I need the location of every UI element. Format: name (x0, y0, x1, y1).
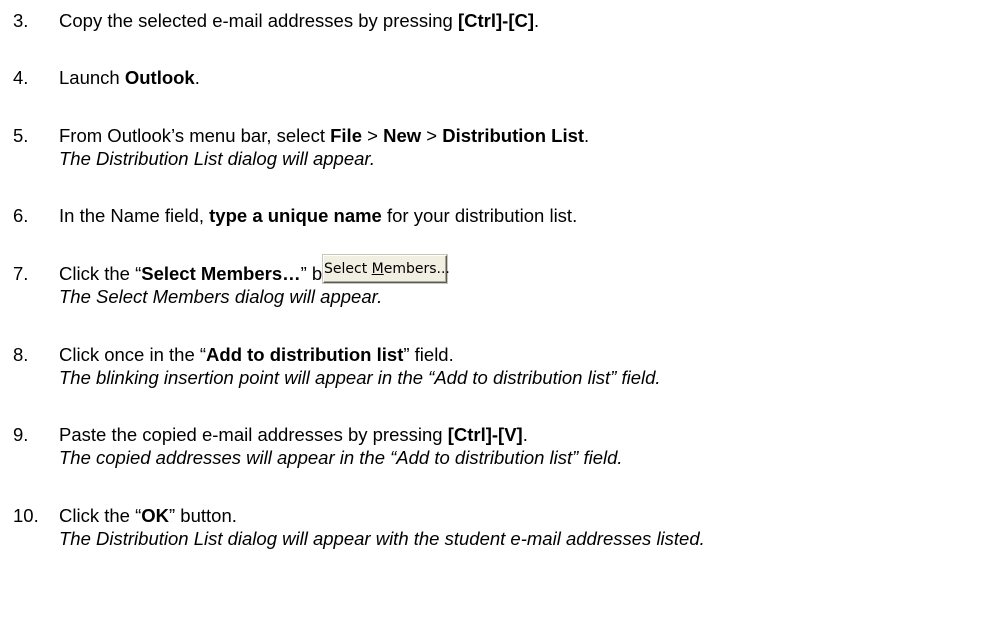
step-text: Launch Outlook. (59, 67, 200, 88)
step-text: Click once in the “Add to distribution l… (59, 344, 661, 388)
menu-path-file: File (330, 125, 362, 146)
keyboard-shortcut: [Ctrl]-[C] (457, 10, 535, 31)
step-text: Paste the copied e-mail addresses by pre… (59, 424, 623, 468)
step-text: Copy the selected e-mail addresses by pr… (59, 10, 540, 31)
step-number: 8. (13, 344, 29, 365)
accelerator-key: M (371, 261, 384, 277)
step-result-note: The Distribution List dialog will appear… (59, 528, 705, 549)
step-text: From Outlook’s menu bar, select File > N… (59, 125, 590, 169)
step-text: Click the “OK” button. The Distribution L… (59, 505, 705, 549)
step-result-note: The blinking insertion point will appear… (59, 367, 661, 388)
select-members-button[interactable]: Select Members... (323, 255, 450, 283)
button-name: OK (141, 505, 169, 526)
menu-path-new: New (383, 125, 422, 146)
button-name: Select Members… (141, 263, 301, 284)
instructions-document: 3. Copy the selected e-mail addresses by… (0, 0, 991, 641)
step-number: 4. (13, 67, 29, 88)
field-name: Add to distribution list (206, 344, 404, 365)
keyboard-shortcut: [Ctrl]-[V] (447, 424, 523, 445)
step-number: 9. (13, 424, 29, 445)
step-result-note: The Select Members dialog will appear. (59, 286, 383, 307)
app-name: Outlook (124, 67, 195, 88)
step-number: 6. (13, 205, 29, 226)
step-number: 7. (13, 263, 29, 284)
step-number: 10. (13, 505, 39, 526)
step-number: 3. (13, 10, 29, 31)
menu-path-distribution-list: Distribution List (442, 125, 585, 146)
step-result-note: The Distribution List dialog will appear… (59, 148, 376, 169)
step-result-note: The copied addresses will appear in the … (59, 447, 623, 468)
step-emphasis: type a unique name (209, 205, 382, 226)
step-number: 5. (13, 125, 29, 146)
step-text: In the Name field, type a unique name fo… (59, 205, 578, 226)
